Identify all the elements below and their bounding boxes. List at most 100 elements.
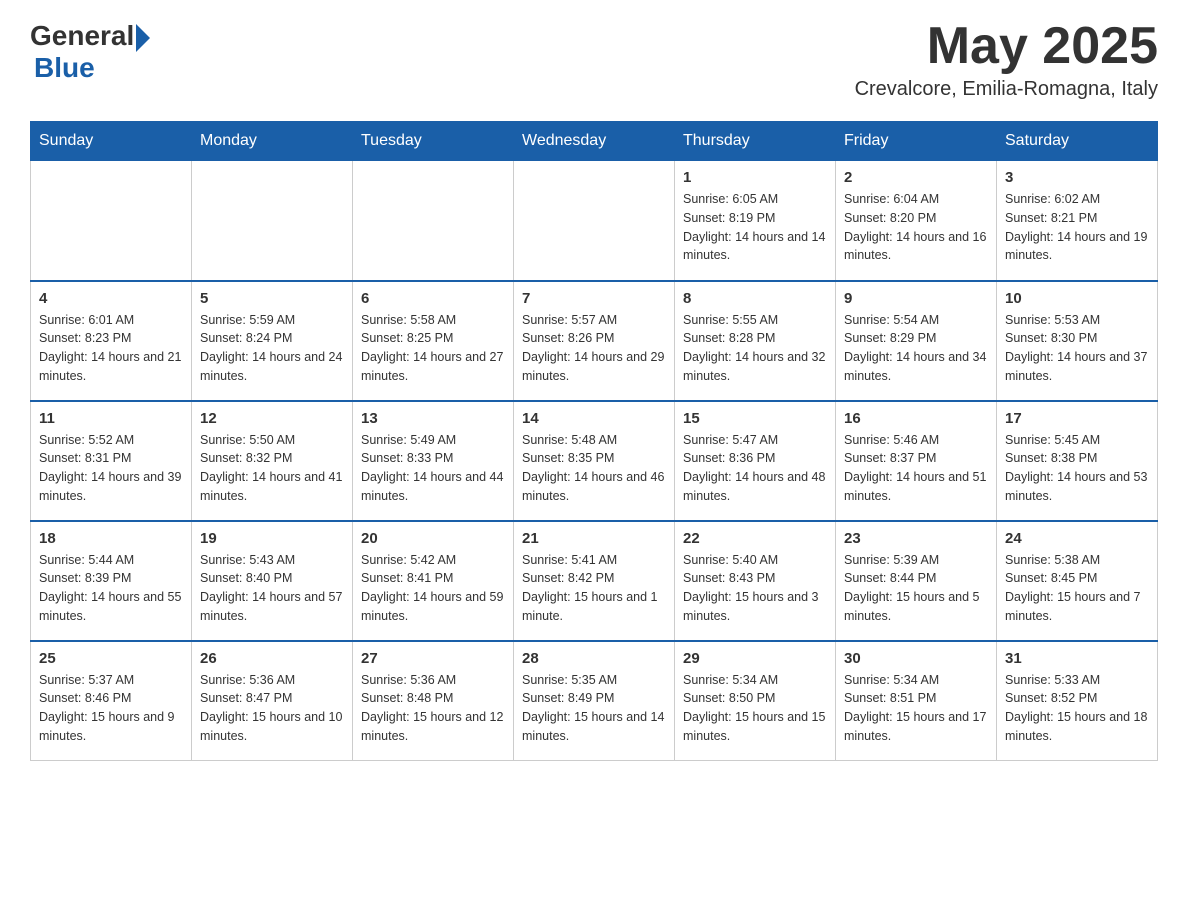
- calendar-cell: 28Sunrise: 5:35 AMSunset: 8:49 PMDayligh…: [514, 641, 675, 761]
- day-number: 8: [683, 290, 827, 307]
- day-info: Sunrise: 5:35 AMSunset: 8:49 PMDaylight:…: [522, 671, 666, 746]
- day-number: 12: [200, 410, 344, 427]
- day-info: Sunrise: 5:39 AMSunset: 8:44 PMDaylight:…: [844, 551, 988, 626]
- calendar-cell: [514, 161, 675, 281]
- day-info: Sunrise: 5:53 AMSunset: 8:30 PMDaylight:…: [1005, 311, 1149, 386]
- calendar-cell: [353, 161, 514, 281]
- calendar-table: SundayMondayTuesdayWednesdayThursdayFrid…: [30, 121, 1158, 761]
- logo-arrow-icon: [136, 24, 150, 52]
- day-info: Sunrise: 5:36 AMSunset: 8:47 PMDaylight:…: [200, 671, 344, 746]
- day-number: 17: [1005, 410, 1149, 427]
- weekday-header-friday: Friday: [836, 122, 997, 161]
- day-info: Sunrise: 5:54 AMSunset: 8:29 PMDaylight:…: [844, 311, 988, 386]
- page-header: General Blue May 2025 Crevalcore, Emilia…: [30, 20, 1158, 101]
- title-area: May 2025 Crevalcore, Emilia-Romagna, Ita…: [855, 20, 1158, 101]
- calendar-cell: 5 Sunrise: 5:59 AMSunset: 8:24 PMDaylight…: [192, 281, 353, 401]
- calendar-cell: 17Sunrise: 5:45 AMSunset: 8:38 PMDayligh…: [997, 401, 1158, 521]
- day-number: 2: [844, 169, 988, 186]
- day-info: Sunrise: 5:37 AMSunset: 8:46 PMDaylight:…: [39, 671, 183, 746]
- calendar-week-row: 25 Sunrise: 5:37 AMSunset: 8:46 PMDayligh…: [31, 641, 1158, 761]
- day-number: 13: [361, 410, 505, 427]
- calendar-cell: 10 Sunrise: 5:53 AMSunset: 8:30 PMDayligh…: [997, 281, 1158, 401]
- calendar-week-row: 4Sunrise: 6:01 AMSunset: 8:23 PMDaylight…: [31, 281, 1158, 401]
- calendar-cell: 14Sunrise: 5:48 AMSunset: 8:35 PMDayligh…: [514, 401, 675, 521]
- calendar-cell: 6 Sunrise: 5:58 AMSunset: 8:25 PMDaylight…: [353, 281, 514, 401]
- day-number: 15: [683, 410, 827, 427]
- day-info: Sunrise: 5:59 AMSunset: 8:24 PMDaylight:…: [200, 311, 344, 386]
- calendar-cell: 12 Sunrise: 5:50 AMSunset: 8:32 PMDayligh…: [192, 401, 353, 521]
- weekday-header-row: SundayMondayTuesdayWednesdayThursdayFrid…: [31, 122, 1158, 161]
- day-info: Sunrise: 5:57 AMSunset: 8:26 PMDaylight:…: [522, 311, 666, 386]
- day-number: 27: [361, 650, 505, 667]
- calendar-cell: 30 Sunrise: 5:34 AMSunset: 8:51 PMDayligh…: [836, 641, 997, 761]
- day-info: Sunrise: 5:43 AMSunset: 8:40 PMDaylight:…: [200, 551, 344, 626]
- day-number: 7: [522, 290, 666, 307]
- day-number: 21: [522, 530, 666, 547]
- day-number: 3: [1005, 169, 1149, 186]
- calendar-cell: 4Sunrise: 6:01 AMSunset: 8:23 PMDaylight…: [31, 281, 192, 401]
- day-number: 19: [200, 530, 344, 547]
- day-info: Sunrise: 5:36 AMSunset: 8:48 PMDaylight:…: [361, 671, 505, 746]
- logo-general-text: General: [30, 20, 134, 52]
- calendar-cell: 9 Sunrise: 5:54 AMSunset: 8:29 PMDaylight…: [836, 281, 997, 401]
- day-number: 25: [39, 650, 183, 667]
- day-number: 6: [361, 290, 505, 307]
- weekday-header-wednesday: Wednesday: [514, 122, 675, 161]
- day-info: Sunrise: 5:47 AMSunset: 8:36 PMDaylight:…: [683, 431, 827, 506]
- calendar-cell: 13Sunrise: 5:49 AMSunset: 8:33 PMDayligh…: [353, 401, 514, 521]
- calendar-cell: 31Sunrise: 5:33 AMSunset: 8:52 PMDayligh…: [997, 641, 1158, 761]
- calendar-cell: 19 Sunrise: 5:43 AMSunset: 8:40 PMDayligh…: [192, 521, 353, 641]
- weekday-header-tuesday: Tuesday: [353, 122, 514, 161]
- calendar-cell: 7 Sunrise: 5:57 AMSunset: 8:26 PMDaylight…: [514, 281, 675, 401]
- day-number: 20: [361, 530, 505, 547]
- day-info: Sunrise: 5:52 AMSunset: 8:31 PMDaylight:…: [39, 431, 183, 506]
- day-info: Sunrise: 5:44 AMSunset: 8:39 PMDaylight:…: [39, 551, 183, 626]
- day-number: 10: [1005, 290, 1149, 307]
- calendar-cell: 24Sunrise: 5:38 AMSunset: 8:45 PMDayligh…: [997, 521, 1158, 641]
- day-number: 24: [1005, 530, 1149, 547]
- calendar-week-row: 1 Sunrise: 6:05 AMSunset: 8:19 PMDaylight…: [31, 161, 1158, 281]
- day-info: Sunrise: 6:04 AMSunset: 8:20 PMDaylight:…: [844, 190, 988, 265]
- day-info: Sunrise: 5:48 AMSunset: 8:35 PMDaylight:…: [522, 431, 666, 506]
- day-number: 5: [200, 290, 344, 307]
- calendar-cell: 18 Sunrise: 5:44 AMSunset: 8:39 PMDayligh…: [31, 521, 192, 641]
- calendar-cell: 11 Sunrise: 5:52 AMSunset: 8:31 PMDayligh…: [31, 401, 192, 521]
- logo: General Blue: [30, 20, 150, 84]
- day-info: Sunrise: 5:34 AMSunset: 8:51 PMDaylight:…: [844, 671, 988, 746]
- day-number: 31: [1005, 650, 1149, 667]
- day-number: 23: [844, 530, 988, 547]
- calendar-cell: 26 Sunrise: 5:36 AMSunset: 8:47 PMDayligh…: [192, 641, 353, 761]
- calendar-cell: [192, 161, 353, 281]
- day-info: Sunrise: 5:58 AMSunset: 8:25 PMDaylight:…: [361, 311, 505, 386]
- day-number: 26: [200, 650, 344, 667]
- day-info: Sunrise: 5:34 AMSunset: 8:50 PMDaylight:…: [683, 671, 827, 746]
- day-number: 11: [39, 410, 183, 427]
- day-number: 1: [683, 169, 827, 186]
- calendar-cell: 16Sunrise: 5:46 AMSunset: 8:37 PMDayligh…: [836, 401, 997, 521]
- day-number: 16: [844, 410, 988, 427]
- calendar-cell: 29Sunrise: 5:34 AMSunset: 8:50 PMDayligh…: [675, 641, 836, 761]
- logo-blue-text: Blue: [34, 52, 95, 84]
- calendar-cell: 25 Sunrise: 5:37 AMSunset: 8:46 PMDayligh…: [31, 641, 192, 761]
- day-info: Sunrise: 5:42 AMSunset: 8:41 PMDaylight:…: [361, 551, 505, 626]
- calendar-cell: 21Sunrise: 5:41 AMSunset: 8:42 PMDayligh…: [514, 521, 675, 641]
- calendar-week-row: 11 Sunrise: 5:52 AMSunset: 8:31 PMDayligh…: [31, 401, 1158, 521]
- day-info: Sunrise: 6:05 AMSunset: 8:19 PMDaylight:…: [683, 190, 827, 265]
- day-info: Sunrise: 5:50 AMSunset: 8:32 PMDaylight:…: [200, 431, 344, 506]
- calendar-cell: 8 Sunrise: 5:55 AMSunset: 8:28 PMDaylight…: [675, 281, 836, 401]
- day-info: Sunrise: 5:55 AMSunset: 8:28 PMDaylight:…: [683, 311, 827, 386]
- month-title: May 2025: [855, 20, 1158, 72]
- weekday-header-thursday: Thursday: [675, 122, 836, 161]
- weekday-header-sunday: Sunday: [31, 122, 192, 161]
- calendar-cell: 27 Sunrise: 5:36 AMSunset: 8:48 PMDayligh…: [353, 641, 514, 761]
- day-number: 18: [39, 530, 183, 547]
- day-number: 30: [844, 650, 988, 667]
- calendar-cell: 20 Sunrise: 5:42 AMSunset: 8:41 PMDayligh…: [353, 521, 514, 641]
- day-number: 9: [844, 290, 988, 307]
- day-number: 22: [683, 530, 827, 547]
- calendar-cell: 22 Sunrise: 5:40 AMSunset: 8:43 PMDayligh…: [675, 521, 836, 641]
- day-info: Sunrise: 6:02 AMSunset: 8:21 PMDaylight:…: [1005, 190, 1149, 265]
- calendar-cell: 3 Sunrise: 6:02 AMSunset: 8:21 PMDaylight…: [997, 161, 1158, 281]
- location-text: Crevalcore, Emilia-Romagna, Italy: [855, 78, 1158, 101]
- day-info: Sunrise: 5:40 AMSunset: 8:43 PMDaylight:…: [683, 551, 827, 626]
